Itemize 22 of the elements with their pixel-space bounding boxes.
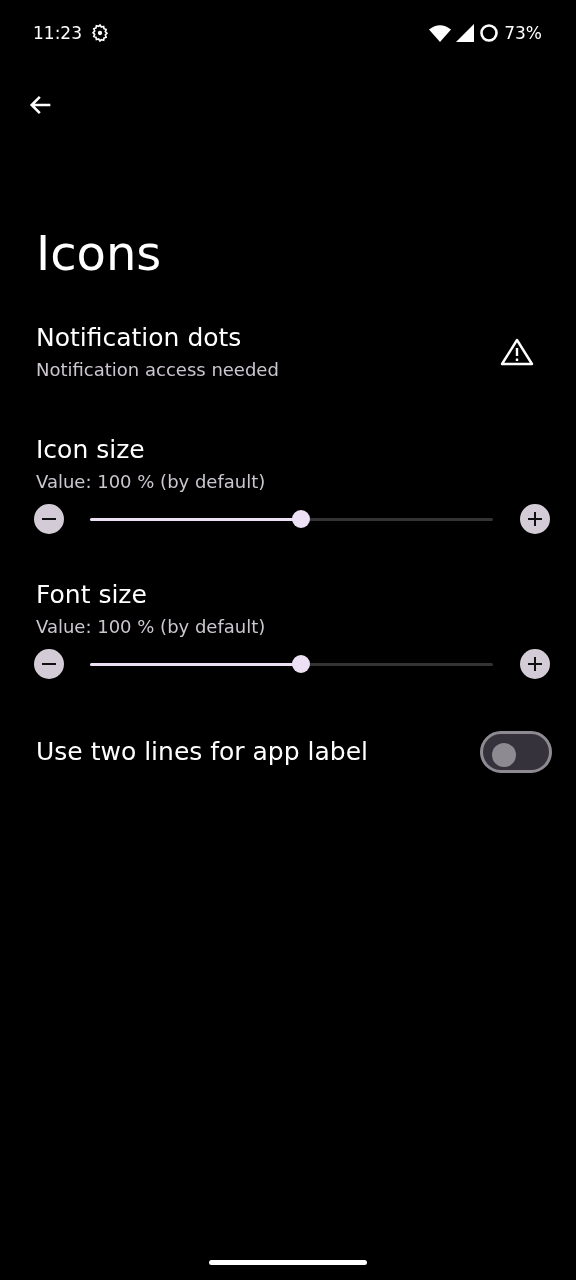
- settings-icon: [90, 23, 110, 43]
- battery-level: 73%: [504, 23, 542, 43]
- setting-title: Font size: [36, 579, 147, 611]
- setting-title: Use two lines for app label: [36, 736, 369, 768]
- wifi-icon: [429, 24, 452, 42]
- minus-button[interactable]: [34, 504, 64, 534]
- slider-thumb[interactable]: [291, 510, 310, 528]
- toggle-switch[interactable]: [480, 731, 552, 773]
- signal-icon: [456, 24, 475, 42]
- setting-summary: Value: 100 % (by default): [36, 615, 266, 639]
- page-title: Icons: [36, 229, 163, 277]
- setting-title: Icon size: [36, 434, 145, 466]
- battery-icon: [479, 23, 500, 43]
- plus-button[interactable]: [520, 649, 550, 679]
- setting-summary: Notification access needed: [36, 358, 279, 382]
- setting-title[interactable]: Notification dots: [36, 321, 279, 355]
- slider-thumb[interactable]: [291, 655, 310, 673]
- status-time: 11:23: [33, 23, 82, 43]
- minus-button[interactable]: [34, 649, 64, 679]
- plus-button[interactable]: [520, 504, 550, 534]
- warning-icon: [500, 338, 534, 366]
- setting-summary: Value: 100 % (by default): [36, 470, 266, 494]
